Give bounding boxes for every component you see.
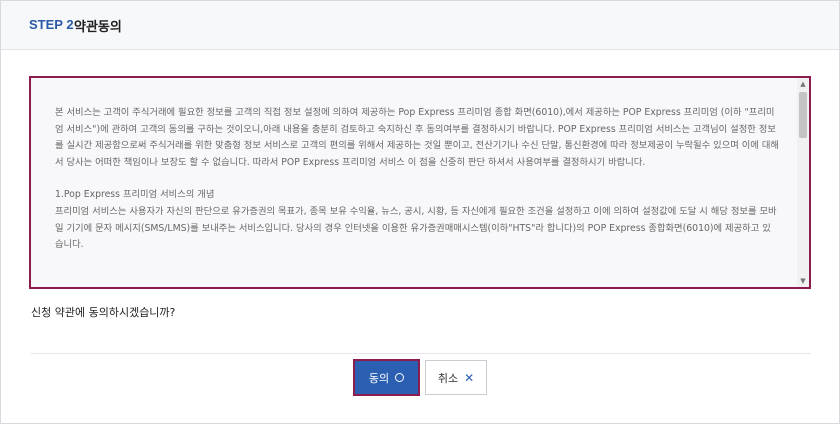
terms-agreement-panel: STEP 2 약관동의 본 서비스는 고객이 주식거래에 필요한 정보를 고객의… [0, 0, 840, 424]
terms-scrollbar[interactable]: ▲ ▼ [797, 78, 809, 287]
scrollbar-thumb[interactable] [799, 92, 807, 138]
terms-scroll-box[interactable]: 본 서비스는 고객이 주식거래에 필요한 정보를 고객의 직접 정보 설정에 의… [29, 76, 811, 289]
cancel-button-label: 취소 [437, 371, 459, 385]
arrow-up-icon[interactable]: ▲ [797, 78, 809, 90]
step-header: STEP 2 약관동의 [1, 1, 839, 50]
step-label: STEP 2 [29, 17, 74, 32]
agree-button[interactable]: 동의 [353, 359, 420, 396]
cancel-button[interactable]: 취소 ✕ [425, 360, 487, 395]
arrow-down-icon[interactable]: ▼ [797, 275, 809, 287]
close-icon: ✕ [464, 370, 475, 385]
terms-paragraph: 본 서비스는 고객이 주식거래에 필요한 정보를 고객의 직접 정보 설정에 의… [55, 107, 779, 168]
circle-icon [395, 373, 405, 382]
agree-button-label: 동의 [368, 371, 390, 385]
terms-content: 본 서비스는 고객이 주식거래에 필요한 정보를 고객의 직접 정보 설정에 의… [31, 78, 797, 287]
terms-section-title: 1.Pop Express 프리미엄 서비스의 개념 [55, 189, 215, 201]
terms-paragraph: 프리미엄 서비스는 사용자가 자신의 판단으로 유가증권의 목표가, 종목 보유… [55, 205, 777, 251]
divider [31, 353, 811, 354]
agreement-question: 신청 약관에 동의하시겠습니까? [31, 306, 176, 319]
step-title: 약관동의 [74, 20, 122, 35]
